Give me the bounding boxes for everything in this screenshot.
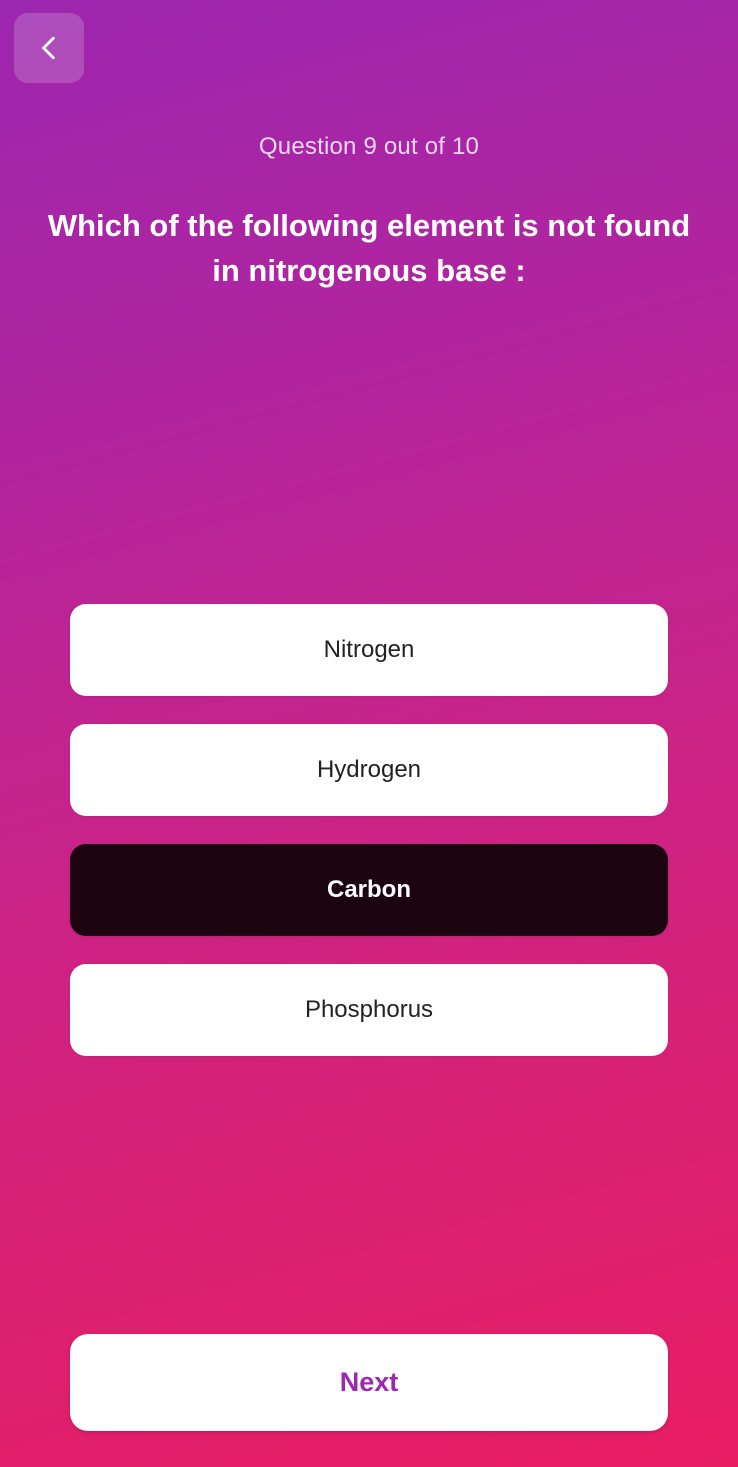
back-button[interactable] (14, 13, 84, 83)
question-text: Which of the following element is not fo… (47, 208, 691, 288)
answer-options: Nitrogen Hydrogen Carbon Phosphorus (70, 604, 668, 1084)
next-button[interactable]: Next (70, 1334, 668, 1431)
option-label: Hydrogen (316, 756, 422, 783)
option-label: Carbon (327, 876, 411, 903)
option-label: Nitrogen (323, 636, 415, 663)
quiz-screen: Question 9 out of 10 Which of the follow… (0, 0, 738, 1467)
option-nitrogen[interactable]: Nitrogen (70, 604, 668, 696)
question-progress: Question 9 out of 10 (258, 133, 480, 160)
option-carbon[interactable]: Carbon (70, 844, 668, 936)
option-hydrogen[interactable]: Hydrogen (70, 724, 668, 816)
option-label: Phosphorus (304, 996, 434, 1023)
chevron-left-icon (42, 36, 55, 60)
next-button-label: Next (339, 1367, 399, 1397)
option-phosphorus[interactable]: Phosphorus (70, 964, 668, 1056)
